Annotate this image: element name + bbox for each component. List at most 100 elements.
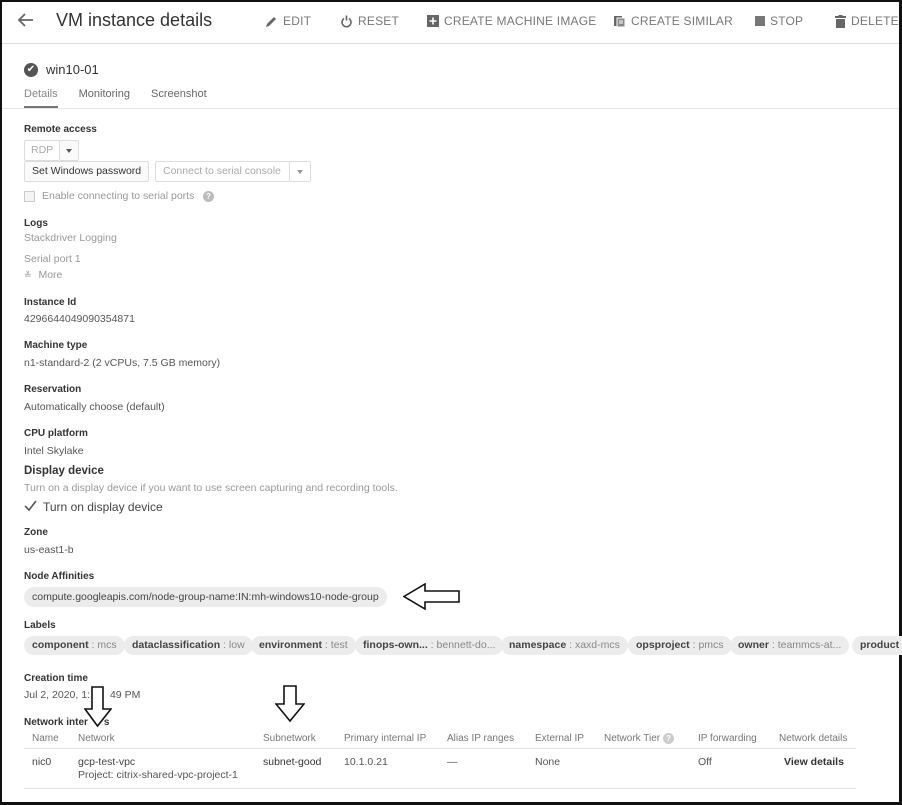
delete-button[interactable]: DELETE [835,14,899,28]
double-chevron-down-icon: ≚ [24,270,32,280]
column-header-network-details: Network details [779,733,848,744]
check-circle-icon: ✔ [24,62,38,77]
create-machine-image-label: CREATE MACHINE IMAGE [444,14,597,28]
alias-ip: — [447,756,458,768]
tab-screenshot[interactable]: Screenshot [151,88,207,108]
more-label: More [38,269,63,281]
zone-label: Zone [24,527,48,538]
enable-serial-ports-checkbox[interactable] [24,191,35,202]
label-value: pmcs [698,639,724,651]
label-key: namespace [509,639,567,651]
column-header-external-ip: External IP [535,733,584,744]
display-device-checkbox[interactable] [24,499,37,517]
column-header-ip-forwarding: IP forwarding [698,733,757,744]
back-button[interactable] [16,10,38,32]
create-similar-label: CREATE SIMILAR [631,14,733,28]
label-key: finops-own... [363,639,428,651]
rdp-dropdown[interactable] [59,140,79,161]
help-icon[interactable]: ? [203,191,214,202]
stop-label: STOP [770,14,804,28]
serial-port-link[interactable]: Serial port 1 [24,253,81,265]
pencil-icon [266,16,276,27]
label-value: teammcs-at... [777,639,842,651]
remote-access-label: Remote access [24,124,97,135]
tab-monitoring[interactable]: Monitoring [79,88,130,108]
tab-bar: Details Monitoring Screenshot [24,88,207,108]
label-value: test [330,639,348,651]
column-header-subnetwork: Subnetwork [263,733,316,744]
edit-label: EDIT [283,14,312,28]
create-similar-button[interactable]: CREATE SIMILAR [613,14,733,28]
network-link[interactable]: gcp-test-vpc [78,756,135,768]
tab-details[interactable]: Details [24,88,58,108]
down-arrow-annotation [275,685,305,723]
display-device-label: Display device [24,465,104,477]
column-header-network: Network [78,733,115,744]
more-toggle[interactable]: ≚ More [24,269,62,281]
node-affinities-label: Node Affinities [24,571,95,582]
help-icon[interactable]: ? [662,733,674,744]
column-header-network-tier: Network Tier ? [604,733,674,744]
machine-type-value: n1-standard-2 (2 vCPUs, 7.5 GB memory) [24,357,221,369]
tab-divider [2,108,899,109]
edit-button[interactable]: EDIT [265,14,311,28]
page-title: VM instance details [56,10,213,30]
stop-icon [755,16,765,26]
external-ip: None [535,756,561,768]
creation-time-label: Creation time [24,673,88,684]
label-chip: component : mcs [24,636,125,655]
zone-value: us-east1-b [24,544,74,556]
labels-label: Labels [24,620,56,631]
column-header-primary-ip: Primary internal IP [344,733,427,744]
instance-name: win10-01 [46,62,99,77]
label-key: component [32,639,89,651]
label-value: low [228,639,245,651]
trash-icon [835,14,846,28]
creation-time-start: Jul 2, 2020, 1: [24,689,90,701]
left-arrow-annotation [403,583,460,610]
chevron-down-icon [297,170,303,174]
instance-id-label: Instance Id [24,297,77,308]
label-key: owner [738,639,769,651]
reset-button[interactable]: RESET [340,14,399,28]
view-details-link[interactable]: View details [784,756,844,768]
primary-ip: 10.1.0.21 [344,756,388,768]
copy-icon [614,15,626,27]
cpu-platform-label: CPU platform [24,428,88,439]
display-device-checkbox-label: Turn on display device [43,500,163,514]
label-key: product [860,639,900,651]
subnetwork-link[interactable]: subnet-good [263,756,321,768]
label-chip: finops-own... : bennett-do... [355,636,504,655]
stackdriver-logging-link[interactable]: Stackdriver Logging [24,232,117,244]
down-arrow-annotation [84,686,112,728]
display-device-description: Turn on a display device if you want to … [24,482,398,494]
create-machine-image-button[interactable]: CREATE MACHINE IMAGE [427,14,596,28]
label-key: opsproject [636,639,690,651]
column-header-name: Name [32,733,59,744]
label-chip: environment : test [251,636,356,655]
power-icon [341,15,352,27]
table-header-divider [24,748,856,749]
set-windows-password-button[interactable]: Set Windows password [24,161,150,182]
label-key: environment [259,639,323,651]
connect-serial-console-button[interactable]: Connect to serial console [155,161,290,182]
network-project: Project: citrix-shared-vpc-project-1 [78,769,238,781]
reset-label: RESET [358,14,400,28]
network-interfaces-label-start: Network inter [24,717,88,728]
cpu-platform-value: Intel Skylake [24,445,84,457]
arrow-left-icon [17,13,33,27]
serial-console-dropdown[interactable] [289,161,311,182]
stop-button[interactable]: STOP [755,14,803,28]
label-chip: product : [852,636,902,655]
instance-id-value: 4296644049090354871 [24,313,135,325]
nic-name: nic0 [32,756,52,768]
label-value: bennett-do... [436,639,496,651]
node-affinity-chip: compute.googleapis.com/node-group-name:I… [24,587,387,607]
label-value: xaxd-mcs [574,639,620,651]
label-chip: namespace : xaxd-mcs [501,636,628,655]
label-value: mcs [97,639,117,651]
reservation-label: Reservation [24,384,82,395]
rdp-button[interactable]: RDP [24,140,60,161]
network-tier-header-label: Network Tier [604,733,661,744]
creation-time-end: 49 PM [109,689,141,701]
